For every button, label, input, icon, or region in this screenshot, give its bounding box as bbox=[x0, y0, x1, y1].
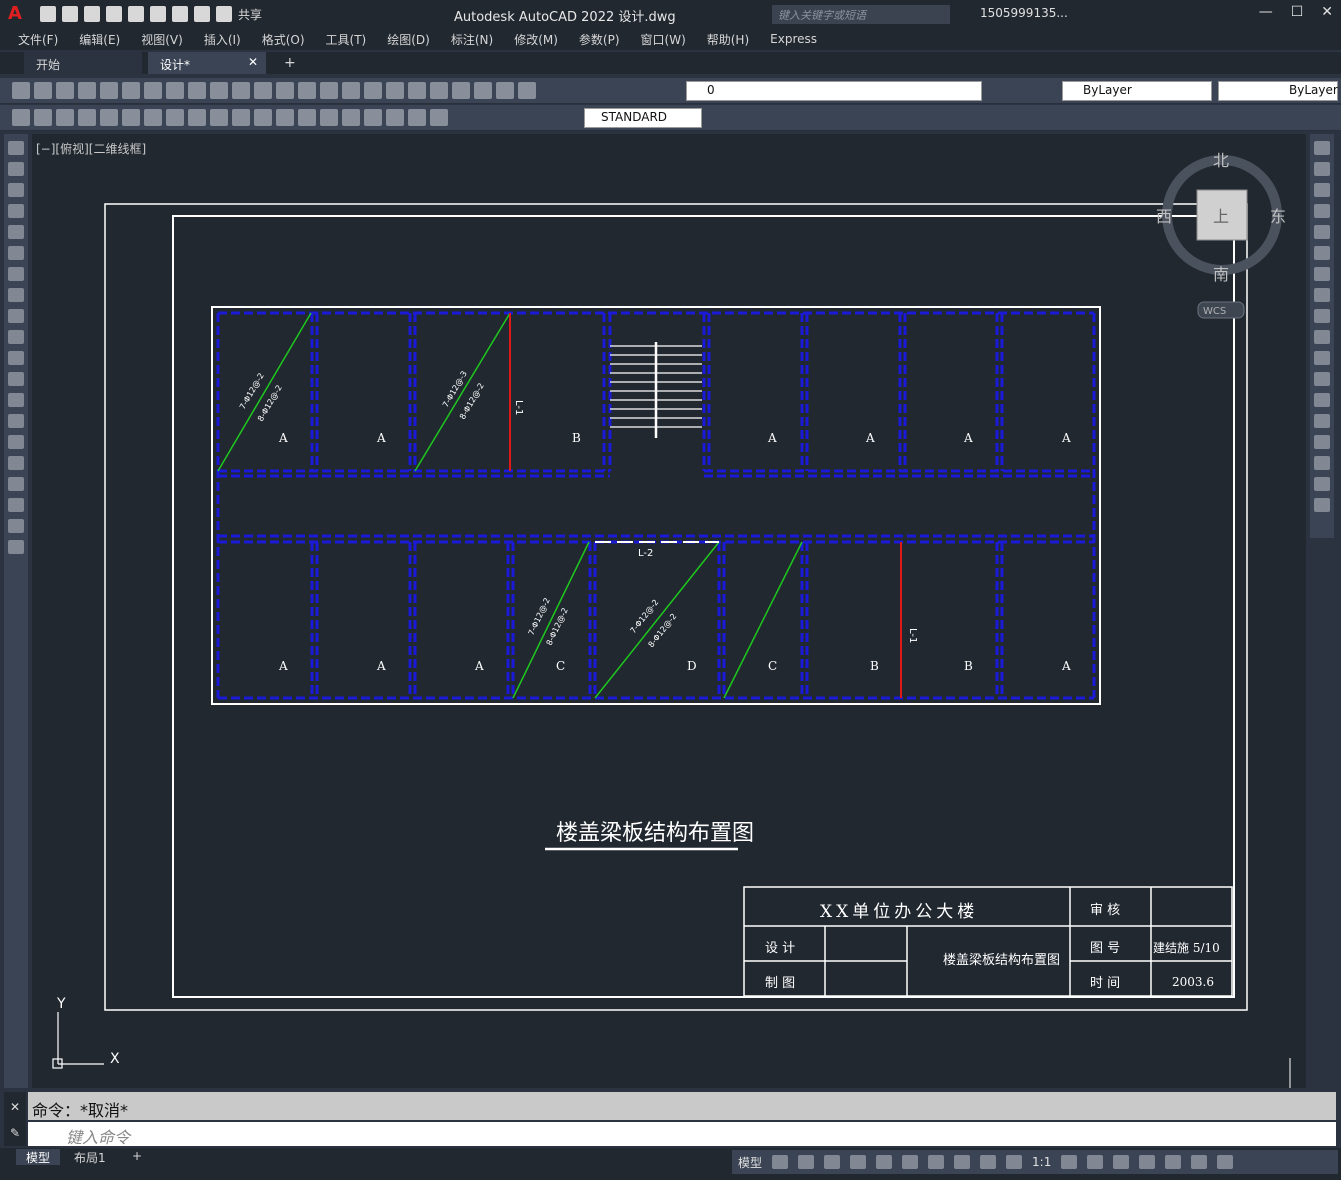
wcs-label: WCS bbox=[1203, 306, 1226, 317]
beam-label: L-2 bbox=[638, 548, 653, 559]
model-space-button[interactable]: 模型 bbox=[738, 1154, 762, 1171]
workspace-gear-icon[interactable] bbox=[1061, 1155, 1078, 1169]
drawing-no: 建结施 5/10 bbox=[1153, 941, 1220, 955]
drawing-no-label: 图 号 bbox=[1090, 941, 1120, 956]
lineweight-icon[interactable] bbox=[954, 1155, 971, 1169]
room-label: A bbox=[767, 431, 777, 445]
compass-south[interactable]: 南 bbox=[1213, 265, 1229, 284]
beam-label: L-1 bbox=[907, 628, 918, 643]
isolate-objects-icon[interactable] bbox=[1165, 1155, 1182, 1169]
compass-north[interactable]: 北 bbox=[1213, 151, 1229, 170]
tab-layout1[interactable]: 布局1 bbox=[64, 1149, 116, 1165]
annotation-scale[interactable]: 1:1 bbox=[1032, 1155, 1051, 1169]
room-label: B bbox=[870, 659, 879, 673]
date-value: 2003.6 bbox=[1172, 975, 1214, 989]
beam-label: L-1 bbox=[513, 400, 524, 415]
room-label: C bbox=[556, 659, 565, 673]
rebar-label: 8-Φ12@-2 bbox=[256, 383, 284, 423]
drawing-svg: A A B A A A A A A A C D C B B A L-1 L-2 … bbox=[52, 151, 1291, 1088]
project-name: XX单位办公大楼 bbox=[820, 902, 978, 922]
rebar-label: 8-Φ12@-2 bbox=[646, 612, 678, 649]
room-label: A bbox=[865, 431, 875, 445]
viewcube[interactable]: 上 北 南 东 西 WCS bbox=[1156, 151, 1286, 319]
staircase bbox=[610, 342, 702, 438]
clean-screen-icon[interactable] bbox=[1191, 1155, 1208, 1169]
draft-label: 制 图 bbox=[765, 976, 795, 991]
compass-west[interactable]: 西 bbox=[1156, 207, 1172, 226]
rebar-label: 7-Φ12@-2 bbox=[238, 371, 266, 411]
sheet-outer-border bbox=[104, 203, 1248, 1011]
grid-icon[interactable] bbox=[772, 1155, 789, 1169]
viewcube-top-label: 上 bbox=[1213, 207, 1229, 226]
ucs-y-label: Y bbox=[56, 996, 66, 1012]
rebar-labels: 7-Φ12@-2 8-Φ12@-2 7-Φ12@-3 8-Φ12@-2 7-Φ1… bbox=[238, 369, 679, 649]
ucs-x-label: X bbox=[110, 1051, 120, 1067]
room-label: A bbox=[474, 659, 484, 673]
autocad-window: A 共享 Autodesk AutoCAD 2022 设计.dwg 键入关键字或… bbox=[0, 0, 1341, 1180]
room-label: A bbox=[1061, 431, 1071, 445]
annotation-visibility-icon[interactable] bbox=[980, 1155, 997, 1169]
drawing-name: 楼盖梁板结构布置图 bbox=[943, 953, 1060, 968]
room-label: B bbox=[572, 431, 581, 445]
date-label: 时 间 bbox=[1090, 976, 1120, 991]
object-snap-icon[interactable] bbox=[928, 1155, 945, 1169]
drawing-title: 楼盖梁板结构布置图 bbox=[556, 821, 754, 846]
rebar-label: 7-Φ12@-2 bbox=[628, 598, 660, 635]
room-label: A bbox=[1061, 659, 1071, 673]
object-snap-tracking-icon[interactable] bbox=[902, 1155, 919, 1169]
room-label: A bbox=[963, 431, 973, 445]
command-history: 命令：*取消* bbox=[28, 1092, 1336, 1120]
polar-icon[interactable] bbox=[850, 1155, 867, 1169]
units-icon[interactable] bbox=[1113, 1155, 1130, 1169]
room-label: A bbox=[376, 431, 386, 445]
command-line-controls: ✕ ✎ bbox=[4, 1092, 26, 1146]
ucs-icon bbox=[52, 1012, 104, 1069]
isodraft-icon[interactable] bbox=[876, 1155, 893, 1169]
status-bar: 模型 1:1 bbox=[732, 1150, 1338, 1174]
room-label: D bbox=[687, 659, 697, 673]
review-label: 审 核 bbox=[1090, 903, 1120, 918]
add-layout-icon[interactable]: + bbox=[122, 1149, 152, 1165]
customize-icon[interactable]: ✎ bbox=[4, 1126, 26, 1140]
close-icon[interactable]: ✕ bbox=[4, 1100, 26, 1114]
rebar-label: 7-Φ12@-2 bbox=[527, 596, 552, 636]
command-input[interactable]: 键入命令 bbox=[28, 1122, 1336, 1147]
room-labels: A A B A A A A A A A C D C B B A bbox=[278, 431, 1071, 673]
compass-east[interactable]: 东 bbox=[1270, 207, 1286, 226]
quick-properties-icon[interactable] bbox=[1139, 1155, 1156, 1169]
rebar-label: 8-Φ12@-2 bbox=[458, 381, 486, 421]
ortho-icon[interactable] bbox=[824, 1155, 841, 1169]
tab-model[interactable]: 模型 bbox=[16, 1149, 61, 1165]
room-label: A bbox=[278, 659, 288, 673]
room-label: B bbox=[964, 659, 973, 673]
design-label: 设 计 bbox=[765, 941, 795, 956]
room-label: A bbox=[376, 659, 386, 673]
auto-scale-icon[interactable] bbox=[1006, 1155, 1023, 1169]
customize-menu-icon[interactable] bbox=[1217, 1155, 1234, 1169]
room-label: A bbox=[278, 431, 288, 445]
snap-icon[interactable] bbox=[798, 1155, 815, 1169]
room-label: C bbox=[768, 659, 777, 673]
annotation-monitor-icon[interactable] bbox=[1087, 1155, 1104, 1169]
